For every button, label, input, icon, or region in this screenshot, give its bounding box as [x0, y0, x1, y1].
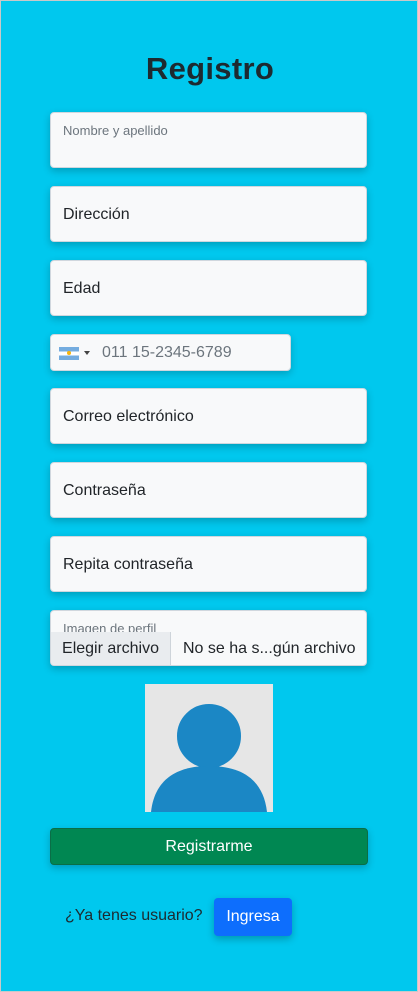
country-dropdown-caret-icon[interactable] [84, 351, 90, 355]
phone-field[interactable]: 011 15-2345-6789 [50, 334, 291, 371]
phone-placeholder: 011 15-2345-6789 [102, 344, 232, 361]
repeat-password-placeholder: Repita contraseña [63, 556, 193, 573]
app-window: Registro Nombre y apellido Dirección Eda… [0, 0, 418, 992]
register-button[interactable]: Registrarme [50, 828, 368, 865]
default-user-avatar-icon [145, 684, 273, 812]
age-placeholder: Edad [63, 280, 101, 297]
repeat-password-field[interactable]: Repita contraseña [50, 536, 367, 592]
argentina-flag-icon[interactable] [59, 347, 79, 360]
email-field[interactable]: Correo electrónico [50, 388, 367, 444]
login-question: ¿Ya tenes usuario? [65, 907, 203, 924]
address-placeholder: Dirección [63, 206, 130, 223]
password-field[interactable]: Contraseña [50, 462, 367, 518]
page-title: Registro [145, 51, 275, 86]
age-field[interactable]: Edad [50, 260, 367, 316]
file-status-text: No se ha s...gún archivo [183, 640, 356, 657]
choose-file-button[interactable]: Elegir archivo [51, 632, 171, 665]
login-button[interactable]: Ingresa [214, 898, 292, 936]
profile-image-field[interactable]: Imagen de perfil Elegir archivo No se ha… [50, 610, 367, 666]
email-placeholder: Correo electrónico [63, 408, 194, 425]
full-name-field[interactable]: Nombre y apellido [50, 112, 367, 168]
password-placeholder: Contraseña [63, 482, 146, 499]
full-name-label: Nombre y apellido [63, 123, 168, 138]
address-field[interactable]: Dirección [50, 186, 367, 242]
